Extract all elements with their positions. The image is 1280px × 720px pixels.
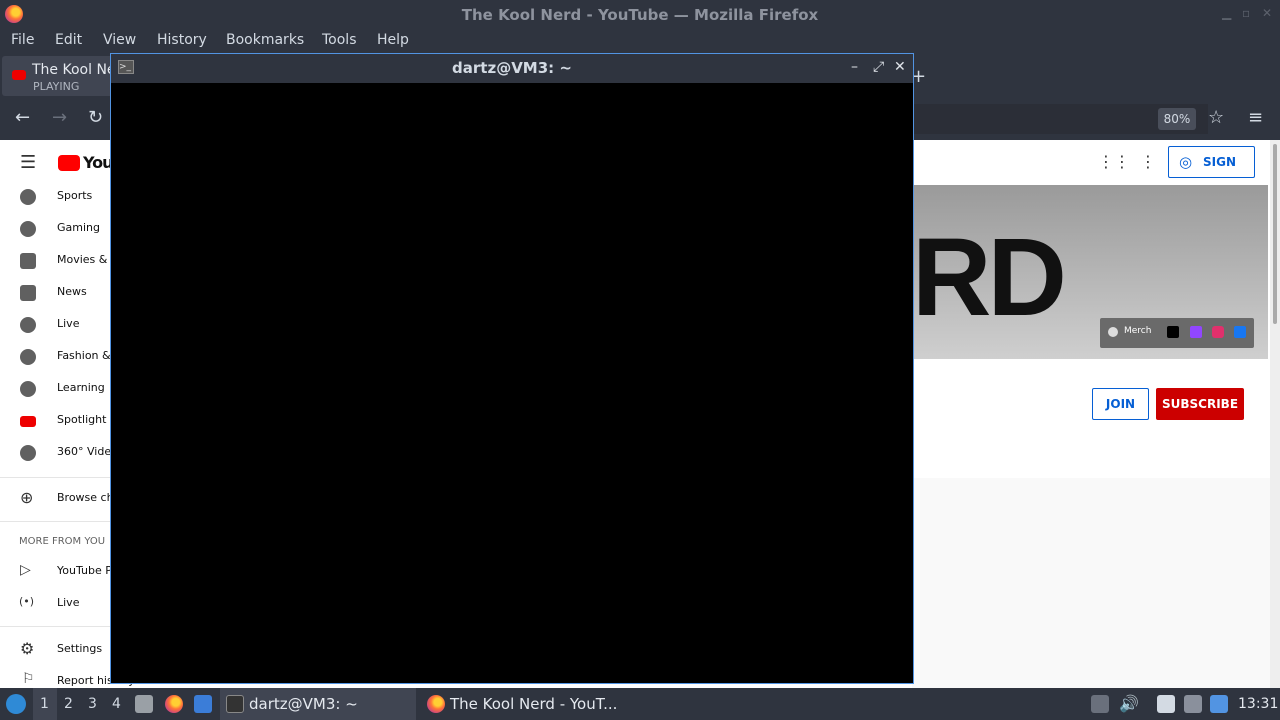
sidebar-divider	[0, 521, 112, 522]
sidebar-item-360-video[interactable]: 360° Video	[0, 437, 118, 469]
sidebar-item-sports[interactable]: Sports	[0, 181, 112, 213]
page-scrollbar[interactable]	[1270, 140, 1280, 688]
close-icon[interactable]: ✕	[1262, 6, 1272, 20]
terminal-task-icon	[226, 695, 244, 713]
tab-title: The Kool Ne	[32, 62, 116, 78]
maximize-icon[interactable]: ⤢	[873, 59, 884, 75]
window-title: The Kool Nerd - YouTube — Mozilla Firefo…	[461, 6, 819, 24]
workspace-3[interactable]: 3	[88, 696, 97, 712]
menu-help[interactable]: Help	[377, 32, 409, 48]
live-icon	[20, 317, 36, 333]
close-icon[interactable]: ✕	[894, 59, 906, 75]
tray-up-icon[interactable]	[1091, 695, 1109, 713]
learning-icon	[20, 381, 36, 397]
sidebar-item-report-history[interactable]: ⚐ Report history	[0, 666, 135, 688]
menu-tools[interactable]: Tools	[322, 32, 357, 48]
subscribe-button[interactable]: SUBSCRIBE	[1156, 388, 1244, 420]
sidebar-item-movies[interactable]: Movies & S	[0, 245, 118, 277]
maximize-icon[interactable]: ▫	[1242, 6, 1250, 20]
bookmark-star-icon[interactable]: ☆	[1208, 107, 1224, 128]
firefox-task-icon	[427, 695, 445, 713]
spotlight-icon	[20, 416, 36, 427]
sidebar-item-spotlight[interactable]: Spotlight	[0, 405, 112, 437]
hamburger-menu-icon[interactable]: ≡	[1248, 107, 1263, 128]
flag-icon: ⚐	[22, 671, 35, 687]
gear-icon: ⚙	[20, 639, 35, 658]
sidebar-item-live[interactable]: Live	[0, 309, 112, 341]
zoom-indicator[interactable]: 80%	[1158, 108, 1196, 130]
start-menu-icon[interactable]	[6, 694, 26, 714]
minimize-icon[interactable]: ▁	[1222, 6, 1231, 20]
sidebar-item-news[interactable]: News	[0, 277, 112, 309]
apps-grid-icon[interactable]: ⋮⋮	[1098, 152, 1130, 171]
tiktok-icon[interactable]	[1167, 326, 1179, 338]
channel-links: Merch	[1100, 318, 1254, 348]
fashion-icon	[20, 349, 36, 365]
globe-icon	[1108, 327, 1118, 337]
menu-bookmarks[interactable]: Bookmarks	[226, 32, 304, 48]
menubar: File Edit View History Bookmarks Tools H…	[0, 30, 1280, 54]
menu-edit[interactable]: Edit	[55, 32, 82, 48]
menu-file[interactable]: File	[11, 32, 34, 48]
tab-status: PLAYING	[33, 80, 80, 93]
menu-history[interactable]: History	[157, 32, 207, 48]
sidebar-item-settings[interactable]: ⚙ Settings	[0, 634, 112, 666]
terminal-titlebar[interactable]: >_ dartz@VM3: ~ – ⤢ ✕	[111, 54, 913, 83]
sidebar-divider	[0, 626, 112, 627]
menu-view[interactable]: View	[103, 32, 136, 48]
content-area	[912, 478, 1270, 688]
broadcast-icon: (•)	[19, 595, 35, 608]
sidebar-item-fashion[interactable]: Fashion &	[0, 341, 112, 373]
sidebar-item-learning[interactable]: Learning	[0, 373, 112, 405]
taskbar-task-firefox[interactable]: The Kool Nerd - YouT...	[450, 695, 617, 713]
back-icon[interactable]: ←	[15, 107, 30, 128]
movies-icon	[20, 253, 36, 269]
reload-icon[interactable]: ↻	[88, 107, 103, 128]
volume-icon[interactable]: 🔊	[1119, 694, 1139, 713]
notification-icon[interactable]	[1210, 695, 1228, 713]
scrollbar-thumb[interactable]	[1273, 144, 1277, 324]
youtube-favicon-icon	[12, 70, 26, 80]
instagram-icon[interactable]	[1212, 326, 1224, 338]
360-video-icon	[20, 445, 36, 461]
sidebar-item-live-2[interactable]: (•) Live	[0, 588, 112, 620]
sign-in-button[interactable]: ◎ SIGN IN	[1168, 146, 1255, 199]
youtube-play-icon: ▷	[20, 562, 31, 578]
sidebar-item-browse-channels[interactable]: ⊕ Browse ch	[0, 483, 114, 515]
trophy-icon	[20, 189, 36, 205]
sidebar-item-gaming[interactable]: Gaming	[0, 213, 112, 245]
minimize-icon[interactable]: –	[851, 59, 858, 75]
more-options-icon[interactable]: ⋮	[1140, 152, 1156, 171]
gaming-icon	[20, 221, 36, 237]
firefox-launcher-icon[interactable]	[165, 695, 183, 713]
clock[interactable]: 13:31	[1238, 696, 1278, 712]
firefox-titlebar: The Kool Nerd - YouTube — Mozilla Firefo…	[0, 0, 1280, 30]
merch-link[interactable]: Merch	[1124, 326, 1151, 336]
guide-menu-icon[interactable]: ☰	[20, 152, 36, 173]
youtube-logo-icon[interactable]	[58, 155, 80, 171]
taskbar-task-terminal[interactable]: dartz@VM3: ~	[249, 695, 358, 713]
workspace-1[interactable]: 1	[40, 696, 49, 712]
twitch-icon[interactable]	[1190, 326, 1202, 338]
workspace-4[interactable]: 4	[112, 696, 121, 712]
network-icon[interactable]	[1184, 695, 1202, 713]
add-circle-icon: ⊕	[20, 488, 34, 507]
news-icon	[20, 285, 36, 301]
workspace-2[interactable]: 2	[64, 696, 73, 712]
facebook-icon[interactable]	[1234, 326, 1246, 338]
terminal-title: dartz@VM3: ~	[452, 59, 572, 77]
clipboard-icon[interactable]	[1157, 695, 1175, 713]
sidebar-divider	[0, 477, 112, 478]
file-manager-icon[interactable]	[135, 695, 153, 713]
taskbar: 1 2 3 4 dartz@VM3: ~ The Kool Nerd - You…	[0, 688, 1280, 720]
more-from-youtube-heading: MORE FROM YOU	[19, 536, 106, 547]
join-button[interactable]: JOIN	[1092, 388, 1149, 420]
desktop-icon[interactable]	[194, 695, 212, 713]
sidebar-item-youtube-premium[interactable]: ▷ YouTube P	[0, 556, 112, 588]
forward-icon[interactable]: →	[52, 107, 67, 128]
account-icon: ◎	[1179, 153, 1193, 171]
terminal-window[interactable]: >_ dartz@VM3: ~ – ⤢ ✕	[110, 53, 914, 684]
banner-logo-text: RD	[912, 216, 1067, 339]
